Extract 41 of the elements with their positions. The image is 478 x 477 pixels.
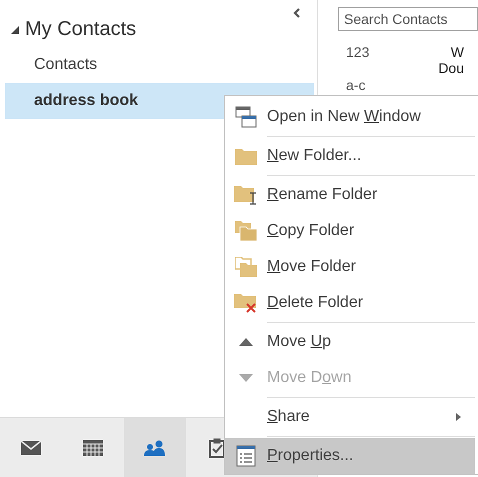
menu-item-label: New Folder...	[267, 147, 362, 165]
nav-button[interactable]	[124, 418, 186, 477]
menu-item-label: Share	[267, 408, 311, 426]
menu-item[interactable]: Properties...	[225, 438, 475, 474]
group-label[interactable]: My Contacts	[25, 18, 136, 41]
folder-cursor-icon	[234, 184, 258, 206]
menu-item-label: Move Down	[267, 369, 352, 387]
folders-icon	[235, 221, 257, 241]
submenu-arrow-icon	[456, 413, 461, 421]
calendar-icon	[83, 440, 103, 456]
menu-item-label: Delete Folder	[267, 294, 364, 312]
menu-item-label: Move Folder	[267, 258, 357, 276]
collapse-pane-icon[interactable]	[293, 8, 301, 18]
list-icon	[236, 445, 256, 467]
windows-icon	[235, 106, 257, 128]
mail-icon	[21, 440, 41, 454]
menu-item[interactable]: Move Folder	[225, 249, 475, 285]
folder-icon	[235, 147, 257, 165]
menu-item-label: Rename Folder	[267, 186, 378, 204]
folder-delete-icon	[234, 292, 258, 314]
menu-item-label: Properties...	[267, 447, 354, 465]
people-icon	[143, 440, 167, 456]
menu-item-label: Copy Folder	[267, 222, 356, 240]
contact-text: W	[450, 44, 464, 60]
index-letter[interactable]: a-c	[346, 77, 416, 93]
menu-item[interactable]: Share	[225, 399, 475, 438]
folders-icon	[235, 257, 257, 277]
menu-item[interactable]: Delete Folder	[225, 285, 475, 324]
menu-item[interactable]: Rename Folder	[225, 177, 475, 213]
menu-item-label: Move Up	[267, 333, 332, 351]
contact-text: Dou	[438, 60, 464, 76]
down-triangle-icon	[239, 374, 253, 382]
menu-item[interactable]: Move Up	[225, 324, 475, 360]
menu-item[interactable]: Copy Folder	[225, 213, 475, 249]
clipboard-check-icon	[209, 438, 225, 458]
search-field[interactable]: Search Contacts	[338, 7, 478, 31]
folder-item[interactable]: Contacts	[5, 47, 314, 83]
up-triangle-icon	[239, 338, 253, 346]
index-letter[interactable]: 123	[346, 44, 416, 60]
expanded-triangle-icon[interactable]	[10, 24, 20, 34]
menu-item[interactable]: New Folder...	[225, 138, 475, 177]
